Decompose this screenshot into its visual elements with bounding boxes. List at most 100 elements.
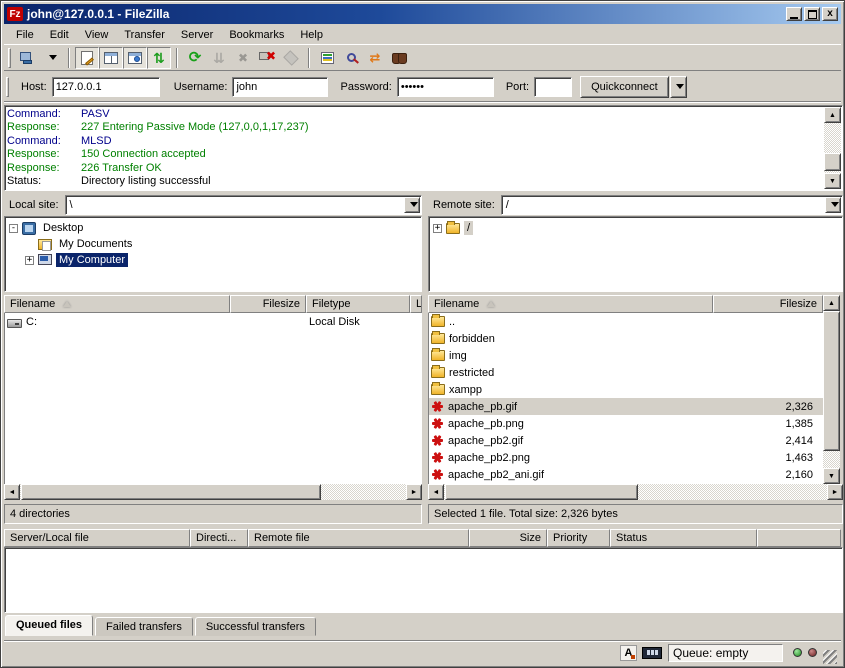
quickconnect-dropdown[interactable] — [670, 76, 687, 98]
scroll-down-icon[interactable]: ▼ — [824, 173, 841, 189]
scroll-up-icon[interactable]: ▲ — [823, 295, 840, 311]
file-row-c-drive[interactable]: C: Local Disk — [5, 313, 421, 330]
toggle-remote-tree-button[interactable] — [123, 47, 147, 69]
file-type: Local Disk — [309, 316, 360, 328]
scroll-right-icon[interactable]: ► — [827, 484, 843, 500]
tree-item-my-documents[interactable]: My Documents — [9, 236, 421, 252]
scroll-left-icon[interactable]: ◄ — [428, 484, 444, 500]
menu-transfer[interactable]: Transfer — [116, 27, 173, 43]
queue-list[interactable] — [4, 547, 843, 613]
menu-server[interactable]: Server — [173, 27, 221, 43]
close-button[interactable]: x — [822, 7, 838, 21]
menu-edit[interactable]: Edit — [42, 27, 77, 43]
scrollbar-thumb[interactable] — [823, 311, 840, 451]
column-header-direction[interactable]: Directi... — [190, 529, 248, 547]
password-input[interactable] — [397, 77, 494, 97]
directory-comparison-button[interactable] — [339, 47, 363, 69]
file-row[interactable]: img — [429, 347, 823, 364]
column-header-status[interactable]: Status — [610, 529, 757, 547]
username-input[interactable] — [232, 77, 328, 97]
log-scrollbar-thumb[interactable] — [824, 153, 841, 171]
toolbar-separator — [68, 48, 70, 68]
menu-bookmarks[interactable]: Bookmarks — [221, 27, 292, 43]
resize-grip[interactable] — [823, 650, 837, 664]
process-queue-button[interactable]: ⇊ — [207, 47, 231, 69]
column-header-server-local-file[interactable]: Server/Local file — [4, 529, 190, 547]
remote-status-text: Selected 1 file. Total size: 2,326 bytes — [428, 504, 843, 524]
disconnect-button[interactable]: ✖ — [255, 47, 279, 69]
window-title: john@127.0.0.1 - FileZilla — [27, 7, 784, 21]
file-row[interactable]: apache_pb.png 1,385 — [429, 415, 823, 432]
find-files-button[interactable] — [387, 47, 411, 69]
column-header-filesize[interactable]: Filesize — [230, 295, 306, 313]
tab-queued-files[interactable]: Queued files — [5, 615, 93, 636]
column-header-filename[interactable]: Filename — [428, 295, 713, 313]
column-header-filetype[interactable]: Filetype — [306, 295, 410, 313]
toolbar-gripper[interactable] — [8, 48, 11, 68]
data-type-indicator-icon[interactable]: A — [620, 645, 637, 661]
column-header-lastmodified[interactable]: L — [410, 295, 422, 313]
scroll-right-icon[interactable]: ► — [406, 484, 422, 500]
tree-item-my-computer[interactable]: + My Computer — [9, 252, 421, 268]
file-row[interactable]: restricted — [429, 364, 823, 381]
scroll-up-icon[interactable]: ▲ — [824, 107, 841, 123]
file-size: 1,463 — [785, 452, 813, 464]
column-header-remote-file[interactable]: Remote file — [248, 529, 469, 547]
speed-limit-icon[interactable] — [642, 647, 662, 659]
host-input[interactable] — [52, 77, 160, 97]
filter-button[interactable] — [315, 47, 339, 69]
scrollbar-thumb[interactable] — [445, 484, 638, 500]
tree-item-desktop[interactable]: - Desktop — [9, 220, 421, 236]
drive-icon — [7, 319, 22, 328]
collapse-icon[interactable]: - — [9, 224, 18, 233]
site-manager-button[interactable] — [15, 47, 39, 69]
file-row[interactable]: forbidden — [429, 330, 823, 347]
expand-icon[interactable]: + — [25, 256, 34, 265]
tab-failed-transfers[interactable]: Failed transfers — [95, 617, 193, 636]
combo-dropdown-button[interactable] — [404, 197, 420, 213]
file-row[interactable]: xampp — [429, 381, 823, 398]
toggle-local-tree-button[interactable] — [99, 47, 123, 69]
combo-dropdown-button[interactable] — [825, 197, 841, 213]
local-horizontal-scrollbar[interactable]: ◄ ► — [4, 484, 422, 500]
tree-item-root[interactable]: + / — [433, 220, 842, 236]
username-label: Username: — [174, 81, 228, 93]
file-row[interactable]: apache_pb2_ani.gif 2,160 — [429, 466, 823, 483]
maximize-button[interactable] — [804, 7, 820, 21]
log-scrollbar[interactable]: ▲ ▼ — [824, 107, 841, 189]
scrollbar-thumb[interactable] — [21, 484, 321, 500]
scroll-down-icon[interactable]: ▼ — [823, 468, 840, 484]
column-header-priority[interactable]: Priority — [547, 529, 610, 547]
file-row-selected[interactable]: apache_pb.gif 2,326 — [429, 398, 823, 415]
remote-site-combo[interactable]: / — [501, 195, 843, 215]
site-manager-dropdown[interactable] — [39, 47, 63, 69]
synchronized-browsing-button[interactable]: ⇄ — [363, 47, 387, 69]
refresh-button[interactable]: ⟳ — [183, 47, 207, 69]
file-row[interactable]: .. — [429, 313, 823, 330]
file-row[interactable]: apache_pb2.gif 2,414 — [429, 432, 823, 449]
reconnect-button[interactable] — [279, 47, 303, 69]
tab-successful-transfers[interactable]: Successful transfers — [195, 617, 316, 636]
remote-vertical-scrollbar[interactable]: ▲ ▼ — [823, 295, 840, 484]
column-header-filename[interactable]: Filename — [4, 295, 230, 313]
local-site-combo[interactable]: \ — [65, 195, 422, 215]
remote-horizontal-scrollbar[interactable]: ◄ ► — [428, 484, 843, 500]
menu-file[interactable]: File — [8, 27, 42, 43]
toggle-transfer-queue-button[interactable]: ⇅ — [147, 47, 171, 69]
quickconnect-gripper[interactable] — [6, 77, 9, 97]
port-input[interactable] — [534, 77, 572, 97]
menu-help[interactable]: Help — [292, 27, 331, 43]
scroll-left-icon[interactable]: ◄ — [4, 484, 20, 500]
expand-icon[interactable]: + — [433, 224, 442, 233]
minimize-button[interactable] — [786, 7, 802, 21]
quickconnect-button[interactable]: Quickconnect — [580, 76, 669, 98]
file-row[interactable]: apache_pb2.png 1,463 — [429, 449, 823, 466]
menu-view[interactable]: View — [77, 27, 117, 43]
cancel-operation-button[interactable]: ✖ — [231, 47, 255, 69]
toggle-message-log-button[interactable] — [75, 47, 99, 69]
title-bar[interactable]: Fz john@127.0.0.1 - FileZilla x — [4, 4, 841, 24]
filezilla-window: Fz john@127.0.0.1 - FileZilla x File Edi… — [0, 0, 845, 668]
image-file-icon — [431, 468, 444, 481]
column-header-size[interactable]: Size — [469, 529, 547, 547]
column-header-filesize[interactable]: Filesize — [713, 295, 823, 313]
